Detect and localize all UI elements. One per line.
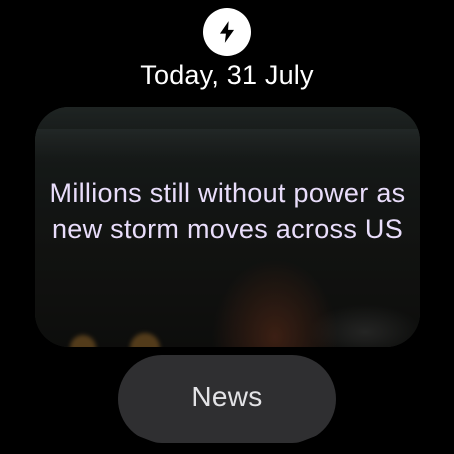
date-title: Today, 31 July bbox=[140, 60, 314, 90]
news-headline: Millions still without power as new stor… bbox=[49, 178, 406, 244]
watch-screen: Today, 31 July Millions still without po… bbox=[0, 0, 454, 454]
news-button-label: News bbox=[191, 381, 263, 412]
news-button[interactable]: News bbox=[118, 355, 336, 443]
lightning-bolt-icon[interactable] bbox=[203, 8, 251, 56]
lightning-bolt-glyph bbox=[219, 21, 235, 43]
news-card[interactable]: Millions still without power as new stor… bbox=[35, 107, 420, 347]
